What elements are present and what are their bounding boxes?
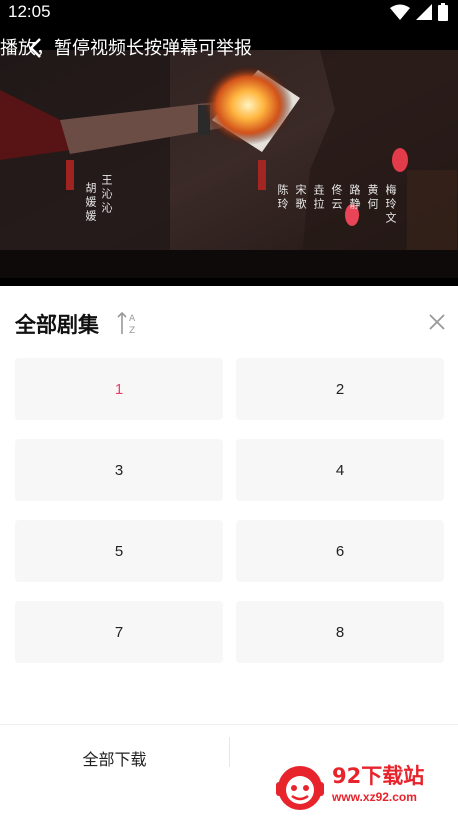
close-button[interactable]	[427, 312, 447, 332]
back-button[interactable]	[26, 36, 46, 60]
watermark-name: 92下载站	[332, 764, 425, 788]
status-bar: 12:05	[0, 0, 458, 24]
episode-button[interactable]: 8	[236, 601, 444, 663]
download-all-button[interactable]: 全部下载	[0, 735, 229, 781]
status-icons	[390, 3, 448, 25]
episode-panel-header: 全部剧集	[0, 286, 458, 358]
back-arrow-icon	[29, 38, 41, 58]
credit-name: 垚拉	[312, 184, 325, 212]
credit-name: 黄何	[366, 184, 379, 212]
episode-button[interactable]: 5	[15, 520, 223, 582]
watermark-url: www.xz92.com	[332, 790, 417, 804]
episode-button[interactable]: 1	[15, 358, 223, 420]
wifi-icon	[390, 4, 410, 24]
credit-name: 胡媛媛	[84, 182, 97, 224]
episode-button[interactable]: 7	[15, 601, 223, 663]
video-player[interactable]: 播放，暂停视频长按弹幕可举报 王沁沁 胡媛媛 陈玲 宋歌 垚拉 佟云 路静 黄何…	[0, 24, 458, 286]
credit-name: 宋歌	[294, 184, 307, 212]
credit-name: 路静	[348, 184, 361, 212]
credit-name: 佟云	[330, 184, 343, 212]
footer-divider	[229, 737, 230, 767]
credit-name: 陈玲	[276, 184, 289, 212]
video-frame	[0, 50, 458, 278]
close-icon	[429, 314, 445, 330]
episode-button[interactable]: 3	[15, 439, 223, 501]
svg-text:A: A	[129, 314, 136, 324]
svg-text:Z: Z	[129, 326, 135, 336]
battery-icon	[438, 3, 448, 25]
panel-title: 全部剧集	[15, 313, 99, 337]
credit-name: 梅玲文	[384, 184, 397, 226]
signal-icon	[416, 4, 432, 24]
sort-az-icon: A Z	[117, 311, 136, 336]
watermark: 92下载站 www.xz92.com	[262, 742, 458, 820]
episode-button[interactable]: 2	[236, 358, 444, 420]
sort-button[interactable]: A Z	[116, 310, 138, 336]
status-time: 12:05	[8, 2, 51, 21]
credit-name: 王沁沁	[100, 174, 113, 216]
episode-button[interactable]: 6	[236, 520, 444, 582]
episode-button[interactable]: 4	[236, 439, 444, 501]
watermark-logo-icon	[276, 766, 324, 810]
